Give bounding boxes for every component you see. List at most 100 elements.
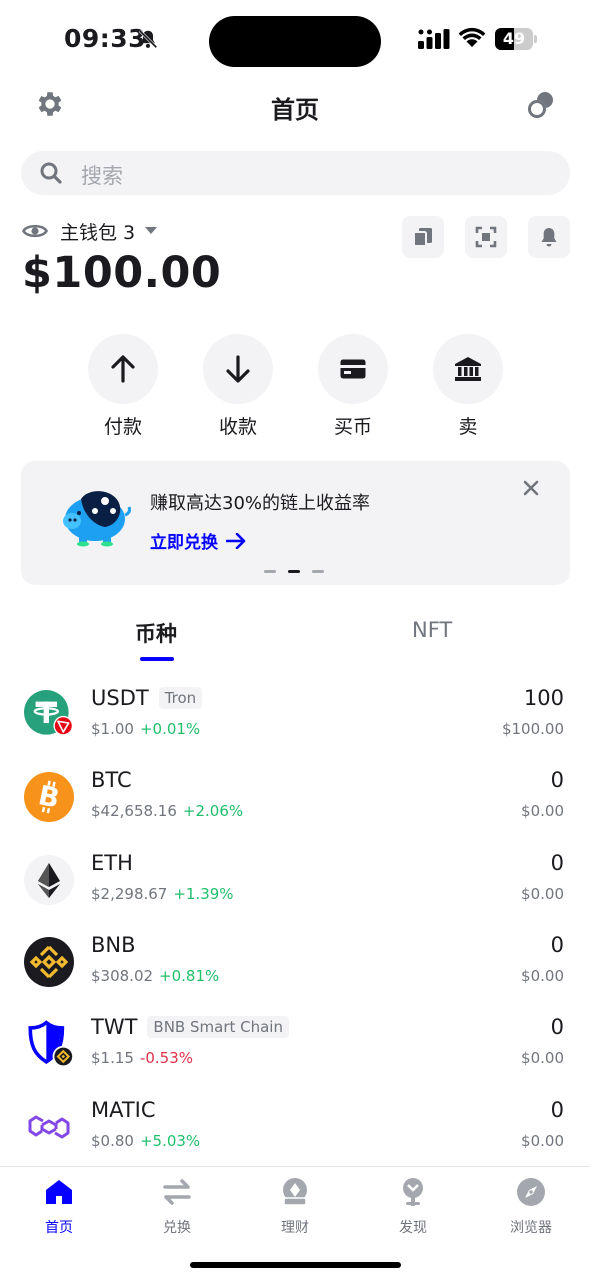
arrow-up-icon [111,355,135,383]
asset-value: $0.00 [521,802,564,820]
wallet-name: 主钱包 3 [60,221,136,244]
status-time: 09:33 [64,24,147,53]
asset-quantity: 0 [550,1098,564,1122]
notifications-button[interactable] [528,216,570,258]
action-receive[interactable]: 收款 [203,334,273,439]
tab-tokens[interactable]: 币种 [135,618,177,648]
asset-quantity: 0 [550,768,564,792]
swap-icon [163,1179,191,1205]
status-bar: 09:33 49 [0,0,590,80]
asset-price: $1.00 [91,720,134,738]
pagination-dot [264,570,276,573]
asset-symbol: MATIC [91,1098,156,1122]
bitcoin-icon: B [24,772,74,822]
banner-pagination [264,570,336,573]
polygon-icon [28,1115,70,1139]
home-icon [46,1180,72,1204]
asset-value: $0.00 [521,1132,564,1150]
promo-banner[interactable]: 赚取高达30%的链上收益率 立即兑换 [21,461,570,585]
piggy-bank-icon [63,491,131,547]
asset-quantity: 100 [523,686,564,710]
search-bar[interactable]: 搜索 [21,151,570,195]
nav-earn[interactable]: 理财 [255,1177,335,1237]
action-buy[interactable]: 买币 [318,334,388,439]
asset-price: $0.80 [91,1132,134,1150]
trust-shield-icon [28,1020,74,1068]
cellular-signal-icon [418,29,450,49]
home-indicator [190,1262,401,1268]
wallet-selector[interactable]: 主钱包 3 [22,215,158,247]
arrow-down-icon [226,355,250,383]
asset-row-eth[interactable]: ETH $2,298.67 +1.39% 0 $0.00 [0,851,590,933]
eye-icon[interactable] [22,220,48,242]
asset-row-bnb[interactable]: BNB $308.02 +0.81% 0 $0.00 [0,933,590,1015]
tether-icon [24,690,74,736]
chain-badge: BNB Smart Chain [147,1016,289,1038]
asset-quantity: 0 [550,851,564,875]
asset-change: +0.01% [139,720,201,738]
compass-icon [517,1178,545,1206]
nav-discover[interactable]: 发现 [373,1177,453,1237]
action-send[interactable]: 付款 [88,334,158,439]
battery-level: 49 [502,29,526,48]
tab-nft[interactable]: NFT [412,618,452,642]
copy-icon [413,228,432,247]
asset-symbol: ETH [91,851,133,875]
chain-badge: Tron [158,687,203,709]
action-receive-label: 收款 [218,416,257,438]
asset-row-twt[interactable]: TWT BNB Smart Chain $1.15 -0.53% 0 $0.00 [0,1015,590,1097]
action-sell[interactable]: 卖 [433,334,503,439]
asset-symbol: TWT [91,1015,138,1039]
active-tab-indicator [140,657,174,661]
asset-quantity: 0 [550,1015,564,1039]
search-icon [40,162,62,184]
asset-change: -0.53% [139,1049,194,1067]
bank-icon [455,357,481,381]
close-icon[interactable] [521,478,541,498]
asset-change: +0.81% [159,967,220,985]
asset-price: $308.02 [91,967,154,985]
action-sell-label: 卖 [458,416,478,438]
wallets-icon[interactable] [524,88,558,122]
action-send-label: 付款 [103,416,142,438]
nav-discover-label: 发现 [399,1220,427,1236]
wifi-icon [458,27,486,47]
card-icon [340,359,366,379]
asset-value: $0.00 [521,885,564,903]
nav-browser-label: 浏览器 [510,1220,552,1236]
nav-earn-label: 理财 [281,1220,309,1236]
asset-change: +1.39% [173,885,234,903]
asset-row-btc[interactable]: B BTC $42,658.16 +2.06% 0 $0.00 [0,768,590,850]
asset-price: $42,658.16 [91,802,177,820]
scan-button[interactable] [465,216,507,258]
battery-indicator: 49 [495,28,537,50]
asset-symbol: BTC [91,768,132,792]
copy-button[interactable] [402,216,444,258]
bnb-icon [24,937,74,987]
asset-value: $0.00 [521,1049,564,1067]
asset-row-usdt[interactable]: USDT Tron $1.00 +0.01% 100 $100.00 [0,686,590,768]
scan-icon [475,226,497,248]
asset-change: +2.06% [182,802,244,820]
asset-change: +5.03% [139,1132,201,1150]
asset-price: $1.15 [91,1049,134,1067]
banner-title: 赚取高达30%的链上收益率 [150,493,371,514]
nav-home[interactable]: 首页 [19,1177,99,1237]
banner-cta-label: 立即兑换 [150,533,218,553]
ethereum-icon [24,855,74,905]
nav-browser[interactable]: 浏览器 [491,1177,571,1237]
banner-cta-link[interactable]: 立即兑换 [150,528,246,553]
nav-swap[interactable]: 兑换 [137,1177,217,1237]
bell-icon [541,228,557,247]
discover-icon [403,1178,423,1206]
pagination-dot-active [288,570,300,573]
pagination-dot [312,570,324,573]
asset-value: $0.00 [521,967,564,985]
asset-quantity: 0 [550,933,564,957]
asset-price: $2,298.67 [91,885,168,903]
asset-symbol: BNB [91,933,136,957]
asset-symbol: USDT [91,686,149,710]
earn-icon [283,1178,307,1206]
search-placeholder: 搜索 [81,164,123,188]
wallet-balance: $100.00 [22,248,222,298]
